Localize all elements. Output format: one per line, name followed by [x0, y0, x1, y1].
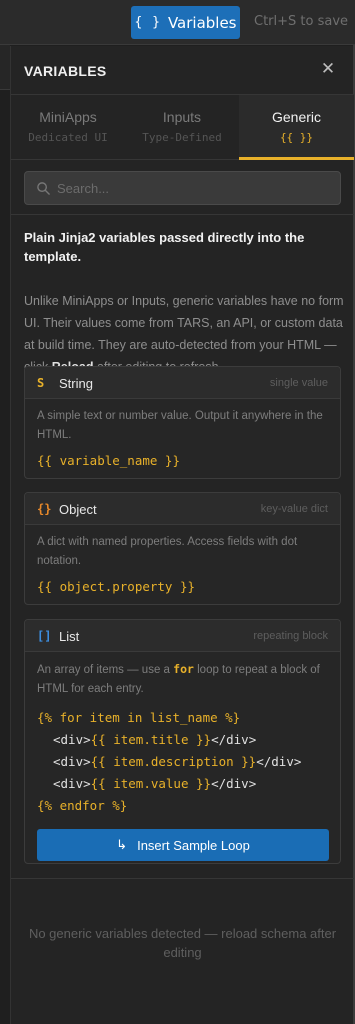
search-icon	[37, 182, 50, 195]
card-header: S String single value	[25, 367, 340, 399]
search-box	[24, 171, 341, 205]
card-tag: repeating block	[253, 630, 328, 642]
close-icon[interactable]: ✕	[318, 59, 338, 79]
list-icon: []	[37, 629, 52, 643]
string-card: S String single value A simple text or n…	[24, 366, 341, 479]
variables-panel: VARIABLES ✕ MiniApps Dedicated UI Inputs…	[10, 46, 354, 1024]
save-shortcut-hint: Ctrl+S to save	[254, 14, 349, 29]
code-line: {% for item in list_name %}	[37, 710, 241, 725]
card-body: A simple text or number value. Output it…	[25, 399, 340, 481]
card-tag: key-value dict	[260, 503, 328, 515]
variables-button[interactable]: { } Variables	[131, 6, 240, 39]
top-toolbar: { } Variables Ctrl+S to save	[0, 0, 355, 45]
tab-sublabel: {{ }}	[279, 131, 314, 144]
code-line: {% endfor %}	[37, 798, 128, 813]
card-description: A simple text or number value. Output it…	[37, 410, 323, 441]
list-card: [] List repeating block An array of item…	[24, 619, 341, 864]
variables-button-label: Variables	[167, 13, 237, 32]
tab-label: Generic	[271, 109, 322, 125]
insert-sample-loop-button[interactable]: ↳ Insert Sample Loop	[37, 829, 329, 861]
card-description: A dict with named properties. Access fie…	[37, 536, 298, 567]
tab-inputs[interactable]: Inputs Type-Defined	[125, 95, 239, 160]
insert-arrow-icon: ↳	[116, 837, 128, 852]
card-name: String	[59, 376, 93, 391]
object-icon: {}	[37, 502, 52, 516]
panel-title: VARIABLES	[24, 63, 107, 79]
braces-icon: { }	[134, 15, 161, 30]
editor-edge	[0, 45, 10, 90]
variable-type-tabs: MiniApps Dedicated UI Inputs Type-Define…	[11, 95, 354, 160]
tab-sublabel: Dedicated UI	[28, 131, 108, 144]
tab-label: MiniApps	[39, 109, 97, 125]
loop-code-snippet: {% for item in list_name %} <div>{{ item…	[37, 707, 328, 817]
object-card: {} Object key-value dict A dict with nam…	[24, 492, 341, 605]
card-tag: single value	[269, 377, 328, 389]
code-snippet: {{ variable_name }}	[37, 453, 180, 468]
card-body: An array of items — use a for loop to re…	[25, 652, 340, 871]
divider	[11, 214, 354, 215]
panel-header: VARIABLES ✕	[11, 46, 354, 95]
string-icon: S	[37, 376, 45, 390]
empty-state-message: No generic variables detected — reload s…	[28, 926, 337, 960]
intro-title: Plain Jinja2 variables passed directly i…	[24, 230, 305, 264]
for-keyword: for	[173, 662, 194, 676]
tab-label: Inputs	[162, 109, 202, 125]
intro-description: Unlike MiniApps or Inputs, generic varia…	[24, 290, 346, 378]
card-name: Object	[59, 502, 97, 517]
card-description: An array of items — use a for loop to re…	[37, 660, 328, 699]
card-name: List	[59, 629, 80, 644]
card-header: {} Object key-value dict	[25, 493, 340, 525]
code-line: <div>{{ item.title }}</div>	[53, 732, 257, 747]
search-input[interactable]	[57, 172, 327, 204]
tab-sublabel: Type-Defined	[142, 131, 222, 144]
card-body: A dict with named properties. Access fie…	[25, 525, 340, 607]
code-line: <div>{{ item.value }}</div>	[53, 776, 257, 791]
insert-button-label: Insert Sample Loop	[137, 837, 250, 853]
tab-miniapps[interactable]: MiniApps Dedicated UI	[11, 95, 125, 160]
card-header: [] List repeating block	[25, 620, 340, 652]
tab-generic[interactable]: Generic {{ }}	[239, 95, 354, 160]
code-line: <div>{{ item.description }}</div>	[53, 754, 302, 769]
code-snippet: {{ object.property }}	[37, 579, 196, 594]
divider	[11, 878, 354, 879]
desc-text: An array of items — use a	[37, 664, 174, 676]
